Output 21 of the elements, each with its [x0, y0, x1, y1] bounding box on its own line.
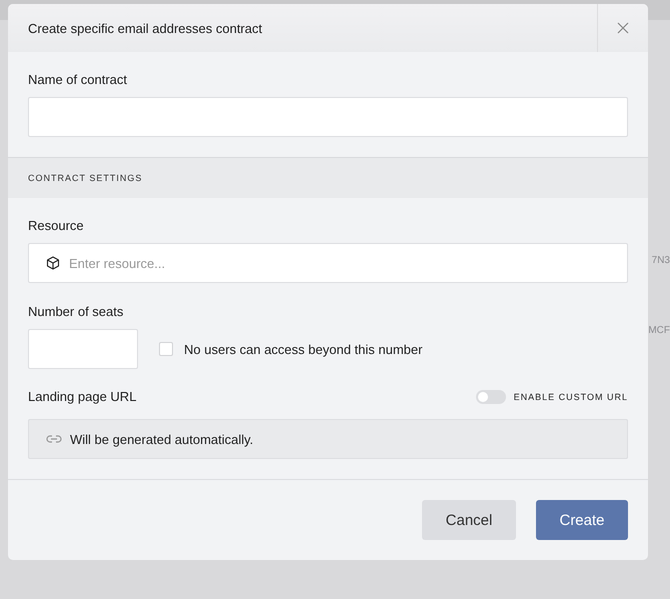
- resource-field[interactable]: Enter resource...: [28, 243, 628, 283]
- checkbox-label: No users can access beyond this number: [184, 342, 422, 356]
- field-label: Landing page URL: [28, 389, 136, 404]
- field-label: Resource: [28, 218, 85, 233]
- field-label: Number of seats: [28, 304, 124, 319]
- dialog-title: Create specific email addresses contract: [27, 20, 264, 36]
- cancel-button[interactable]: Cancel: [422, 500, 516, 540]
- background-text: MCF: [648, 325, 670, 336]
- field-label: Name of contract: [28, 72, 128, 87]
- close-icon: [617, 22, 629, 34]
- section-title: CONTRACT SETTINGS: [28, 173, 142, 183]
- input-field[interactable]: [28, 97, 628, 137]
- background-text: 7N3: [652, 255, 670, 266]
- toggle-label: ENABLE CUSTOM URL: [514, 392, 628, 402]
- link-icon: [46, 434, 62, 444]
- seats-field[interactable]: [28, 329, 138, 369]
- url-text: Will be generated automatically.: [70, 432, 254, 446]
- checkbox[interactable]: [159, 342, 173, 356]
- toggle-switch[interactable]: [476, 390, 506, 404]
- cube-icon: [46, 256, 60, 270]
- create-button[interactable]: Create: [536, 500, 628, 540]
